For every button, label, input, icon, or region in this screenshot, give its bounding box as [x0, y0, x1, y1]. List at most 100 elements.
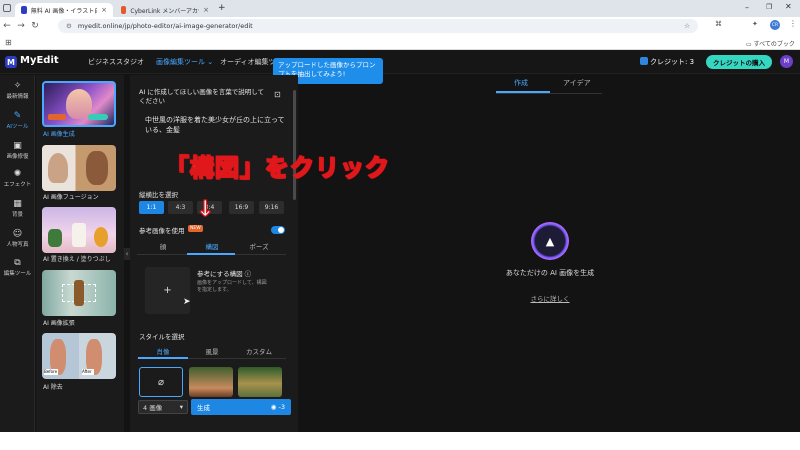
- rail-item-portrait[interactable]: ☺ 人物写真: [0, 228, 35, 256]
- credit-icon: [640, 57, 648, 65]
- generate-label: 生成: [197, 404, 210, 412]
- image-count-select[interactable]: 4 画像 ▾: [138, 400, 188, 414]
- tab-custom[interactable]: カスタム: [234, 346, 284, 356]
- new-tab-button[interactable]: +: [218, 3, 226, 13]
- reference-image-toggle[interactable]: [271, 226, 285, 234]
- tab-pose[interactable]: ポーズ: [234, 241, 284, 251]
- browser-menu-icon[interactable]: ⋮: [789, 19, 797, 28]
- tab-ideas[interactable]: アイデア: [563, 78, 591, 88]
- myedit-logo-icon[interactable]: M: [5, 56, 17, 68]
- tab-close-icon[interactable]: ×: [203, 6, 209, 14]
- translate-icon[interactable]: ⌘: [715, 20, 722, 28]
- browser-tab-myedit[interactable]: 無料 AI 画像・イラスト自動生成ツ ×: [15, 3, 113, 17]
- portrait-icon: ☺: [12, 229, 23, 239]
- reload-icon[interactable]: ↻: [28, 21, 42, 31]
- prompt-label: AI に作成してほしい画像を言葉で説明してください: [139, 88, 265, 105]
- thumb-fruit: [94, 227, 108, 247]
- apps-grid-icon[interactable]: ⊞: [5, 38, 12, 47]
- reference-image-label: 参考画像を使用: [139, 227, 185, 235]
- ratio-1-1[interactable]: 1:1: [139, 201, 164, 214]
- nav-business-studio[interactable]: ビジネススタジオ: [88, 57, 144, 67]
- tab-landscape[interactable]: 風景: [187, 346, 237, 356]
- ratio-16-9[interactable]: 16:9: [229, 201, 254, 214]
- rail-item-background[interactable]: ▦ 背景: [0, 198, 35, 226]
- right-tab-divider: [496, 93, 602, 94]
- style-option-portrait-2[interactable]: [238, 367, 282, 397]
- credit-count: クレジット: 3: [650, 58, 695, 66]
- tool-label[interactable]: AI 画像拡張: [43, 318, 75, 327]
- forward-icon[interactable]: →: [14, 21, 28, 31]
- rail-item-effect[interactable]: ✺ エフェクト: [0, 168, 35, 196]
- rail-item-ai-tools[interactable]: ✎ AIツール: [0, 110, 35, 138]
- panel-scrollbar[interactable]: [293, 90, 296, 200]
- style-none-icon[interactable]: ⌀: [139, 367, 183, 397]
- page-bottom: [0, 432, 800, 450]
- ratio-4-3[interactable]: 4:3: [168, 201, 193, 214]
- tab-title: 無料 AI 画像・イラスト自動生成ツ: [30, 7, 97, 15]
- tool-thumb-ai-fusion[interactable]: [42, 145, 116, 191]
- chevron-down-icon: ⌄: [207, 58, 214, 66]
- bookmark-star-icon[interactable]: ☆: [684, 22, 690, 30]
- generate-button[interactable]: 生成 ◉ -3: [191, 399, 291, 415]
- image-to-prompt-icon[interactable]: ⊡: [274, 90, 281, 99]
- thumb-face: [86, 151, 108, 185]
- tool-thumb-ai-expand[interactable]: [42, 270, 116, 316]
- rail-label: 画像修復: [6, 154, 29, 160]
- learn-more-link[interactable]: さらに詳しく: [483, 293, 617, 303]
- ref-title-text: 参考にする構図: [197, 270, 243, 278]
- tab-create[interactable]: 作成: [514, 78, 528, 88]
- rail-item-news[interactable]: ✧ 最新情報: [0, 80, 35, 108]
- effect-icon: ✺: [13, 169, 22, 179]
- window-close-icon[interactable]: ✕: [785, 2, 792, 11]
- rail-item-image-repair[interactable]: ▣ 画像修復: [0, 140, 35, 168]
- tool-label[interactable]: AI 除去: [43, 382, 63, 391]
- folder-icon: ▭: [746, 41, 754, 48]
- tab-close-icon[interactable]: ×: [101, 6, 107, 14]
- right-tab-underline: [496, 91, 550, 93]
- site-info-icon[interactable]: ⚙: [66, 22, 72, 30]
- chevron-down-icon: ▾: [179, 403, 183, 411]
- minimize-icon[interactable]: –: [745, 3, 749, 12]
- bookmarks-bar: [0, 35, 800, 50]
- style-label: スタイルを選択: [139, 333, 185, 341]
- buy-credits-button[interactable]: クレジットの購入: [706, 55, 772, 69]
- user-avatar[interactable]: M: [780, 55, 793, 68]
- app-logo-text[interactable]: MyEdit: [20, 55, 59, 66]
- style-option-portrait-1[interactable]: [189, 367, 233, 397]
- address-bar[interactable]: ⚙ myedit.online/jp/photo-editor/ai-image…: [58, 19, 698, 33]
- url-text: myedit.online/jp/photo-editor/ai-image-g…: [77, 22, 253, 30]
- rail-label: エフェクト: [3, 182, 32, 188]
- edit-tools-icon: ⧉: [14, 258, 21, 268]
- cursor-icon: ➤: [183, 297, 191, 307]
- nav-image-tools[interactable]: 画像編集ツール ⌄: [156, 57, 213, 67]
- tab-face[interactable]: 顔: [138, 241, 188, 251]
- ratio-9-16[interactable]: 9:16: [259, 201, 284, 214]
- info-icon[interactable]: ⓘ: [245, 270, 252, 278]
- tool-label[interactable]: AI 画像フュージョン: [43, 192, 99, 201]
- thumb-plant: [48, 229, 62, 247]
- prompt-input[interactable]: 中世風の洋服を着た美少女が丘の上に立っている、金髪: [145, 115, 285, 135]
- maximize-icon[interactable]: ❐: [766, 3, 772, 11]
- browser-tab-cyberlink[interactable]: CyberLink メンバーアカウント認証・ ×: [115, 3, 215, 17]
- tool-thumb-ai-remove[interactable]: Before After: [42, 333, 116, 379]
- profile-avatar[interactable]: CR: [770, 20, 780, 30]
- credit-coin-icon: ◉: [270, 403, 279, 411]
- tab-portrait[interactable]: 肖像: [138, 346, 188, 356]
- tab-active-underline: [187, 253, 235, 255]
- thumb-before-label: Before: [44, 369, 58, 375]
- nav-audio-tools[interactable]: オーディオ編集ツ: [220, 57, 276, 67]
- thumb-bottle: [74, 280, 84, 306]
- ai-tools-icon: ✎: [13, 111, 22, 121]
- tab-composition[interactable]: 構図: [187, 241, 237, 251]
- tab-search-icon[interactable]: [3, 4, 11, 12]
- tool-label[interactable]: AI 画像生成: [43, 129, 75, 138]
- tool-thumb-ai-replace[interactable]: [42, 207, 116, 253]
- thumb-badge: [88, 114, 108, 120]
- rail-item-edit-tools[interactable]: ⧉ 編集ツール: [0, 257, 35, 285]
- empty-state-title: あなただけの AI 画像を生成: [505, 269, 595, 277]
- back-icon[interactable]: ←: [0, 21, 14, 31]
- ref-title: 参考にする構図 ⓘ: [197, 268, 251, 278]
- tool-label[interactable]: AI 置き換え / 塗りつぶし: [43, 254, 111, 263]
- extensions-icon[interactable]: ✦: [752, 20, 758, 28]
- tool-thumb-ai-image-gen[interactable]: [42, 81, 116, 127]
